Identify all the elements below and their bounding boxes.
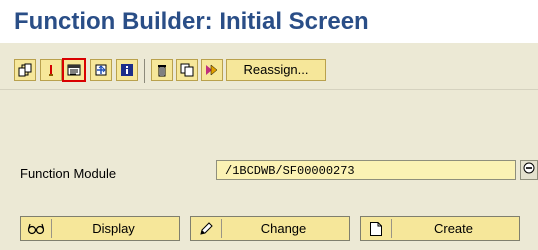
pencil-icon <box>191 221 221 237</box>
info-icon <box>119 62 135 78</box>
value-help-icon <box>523 161 535 179</box>
navigate-icon <box>93 62 109 78</box>
copy-button[interactable] <box>176 59 198 81</box>
delete-icon <box>154 62 170 78</box>
where-used-icon <box>17 62 33 78</box>
create-button[interactable]: Create <box>360 216 520 241</box>
button-divider <box>391 219 392 238</box>
new-document-icon <box>361 221 391 237</box>
info-button[interactable] <box>116 59 138 81</box>
value-help-button[interactable] <box>520 160 538 180</box>
copy-icon <box>179 62 195 78</box>
button-divider <box>51 219 52 238</box>
where-used-button[interactable] <box>14 59 36 81</box>
rename-icon <box>204 62 220 78</box>
create-label: Create <box>433 221 474 236</box>
application-toolbar: Reassign... <box>0 43 538 90</box>
title-bar: Function Builder: Initial Screen <box>0 0 538 43</box>
display-button[interactable]: Display <box>20 216 180 241</box>
test-execute-icon <box>43 62 59 78</box>
change-label: Change <box>260 221 307 236</box>
navigate-button[interactable] <box>90 59 112 81</box>
function-module-input[interactable] <box>216 160 516 180</box>
glasses-icon <box>21 222 51 236</box>
button-divider <box>221 219 222 238</box>
function-module-label: Function Module <box>20 166 117 181</box>
display-label: Display <box>92 221 135 236</box>
page-title: Function Builder: Initial Screen <box>14 8 369 35</box>
toolbar-separator <box>144 59 145 83</box>
delete-button[interactable] <box>151 59 173 81</box>
display-object-list-button[interactable] <box>62 58 86 82</box>
reassign-button[interactable]: Reassign... <box>226 59 326 81</box>
rename-button[interactable] <box>201 59 223 81</box>
test-execute-button[interactable] <box>40 59 62 81</box>
copy-display-icon <box>66 62 82 78</box>
change-button[interactable]: Change <box>190 216 350 241</box>
